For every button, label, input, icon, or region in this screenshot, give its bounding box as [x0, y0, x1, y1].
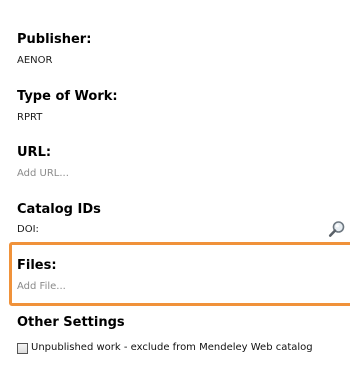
- type-of-work-heading: Type of Work:: [17, 89, 118, 104]
- unpublished-work-label[interactable]: Unpublished work - exclude from Mendeley…: [31, 342, 313, 354]
- files-heading: Files:: [17, 258, 57, 273]
- url-heading: URL:: [17, 145, 52, 160]
- other-settings-heading: Other Settings: [17, 315, 125, 330]
- catalog-ids-heading: Catalog IDs: [17, 202, 101, 217]
- add-url-field[interactable]: Add URL...: [17, 168, 69, 180]
- publisher-heading: Publisher:: [17, 32, 92, 47]
- add-file-field[interactable]: Add File...: [17, 281, 66, 293]
- doi-label: DOI:: [17, 224, 39, 235]
- magnifier-icon[interactable]: [328, 220, 346, 238]
- unpublished-work-checkbox[interactable]: [17, 342, 28, 354]
- publisher-value[interactable]: AENOR: [17, 55, 52, 67]
- document-details-panel: Publisher: AENOR Type of Work: RPRT URL:…: [0, 0, 350, 368]
- unpublished-work-option[interactable]: Unpublished work - exclude from Mendeley…: [17, 341, 313, 355]
- files-highlight-box: [9, 242, 350, 306]
- type-of-work-value[interactable]: RPRT: [17, 112, 42, 124]
